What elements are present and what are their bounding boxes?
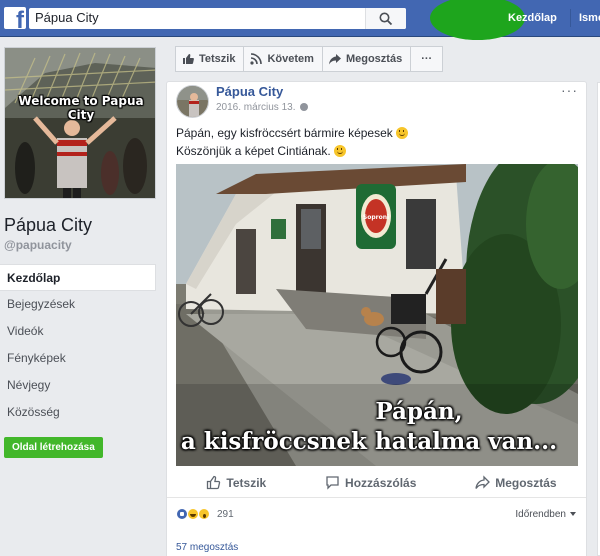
cover-welcome-text: Welcome to Papua City	[18, 94, 144, 122]
author-avatar[interactable]	[176, 85, 209, 118]
post-card: Pápua City 2016. március 13. ··· Pápán, …	[166, 81, 587, 556]
post-comment-label: Hozzászólás	[345, 475, 417, 490]
chevron-down-icon	[570, 512, 576, 516]
smiley-emoji-icon	[395, 127, 408, 139]
comment-sort-dropdown[interactable]: Időrendben	[515, 509, 576, 520]
sidebar-item-about[interactable]: Névjegy	[0, 372, 156, 399]
reaction-count[interactable]: 291	[217, 509, 234, 520]
search-icon	[379, 12, 393, 26]
share-arrow-icon	[328, 54, 341, 65]
nav-find-friends-link[interactable]: Ismerősök keresése	[579, 12, 600, 24]
post-comment-button[interactable]: Hozzászólás	[325, 475, 416, 490]
page-profile-picture[interactable]: Welcome to Papua City	[4, 47, 156, 199]
search-input-value[interactable]: Pápua City	[35, 10, 99, 25]
photo-caption-line-1: Pápán,	[375, 398, 463, 425]
post-share-button[interactable]: Megosztás	[475, 475, 557, 490]
photo-caption-line-2: a kisfröccsnek hatalma van...	[180, 428, 558, 455]
sidebar-nav: Kezdőlap Bejegyzések Videók Fényképek Né…	[0, 264, 156, 426]
follow-page-label: Követem	[267, 53, 314, 65]
page-title[interactable]: Pápua City	[4, 215, 92, 236]
comment-bubble-icon	[326, 476, 339, 490]
search-input[interactable]: Pápua City	[29, 8, 406, 29]
post-timestamp[interactable]: 2016. március 13.	[216, 102, 308, 113]
shares-count-link[interactable]: 57 megosztás	[176, 542, 238, 553]
sidebar-item-photos[interactable]: Fényképek	[0, 345, 156, 372]
post-action-bar: Tetszik Hozzászólás Megosztás	[167, 468, 586, 498]
sidebar-item-home[interactable]: Kezdőlap	[0, 264, 156, 291]
page-handle[interactable]: @papuacity	[4, 238, 72, 252]
post-share-label: Megosztás	[495, 475, 557, 490]
post-text-line-1: Pápán, egy kisfröccsért bármire képesek	[176, 126, 393, 140]
facebook-logo-icon[interactable]: f	[4, 7, 26, 29]
nav-home-link[interactable]: Kezdőlap	[508, 12, 557, 24]
wow-reaction-icon	[198, 508, 210, 520]
sidebar-item-posts[interactable]: Bejegyzések	[0, 291, 156, 318]
share-arrow-icon	[475, 475, 491, 489]
post-text-line-2: Köszönjük a képet Cintiának.	[176, 144, 331, 158]
beer-sign-text: Soproni	[363, 214, 389, 221]
thumbs-up-icon	[183, 54, 194, 64]
nav-divider	[570, 9, 571, 27]
post-like-button[interactable]: Tetszik	[206, 475, 266, 490]
smiley-emoji-icon	[333, 145, 346, 157]
comment-sort-label: Időrendben	[515, 509, 566, 520]
post-author-link[interactable]: Pápua City	[216, 84, 283, 99]
top-bar: f Pápua City Kezdőlap Ismerősök keresése	[0, 0, 600, 40]
page-action-bar: Tetszik Követem Megosztás ···	[175, 46, 444, 72]
post-like-label: Tetszik	[226, 475, 267, 490]
like-page-button[interactable]: Tetszik	[175, 46, 245, 72]
create-page-button[interactable]: Oldal létrehozása	[4, 437, 103, 458]
search-button[interactable]	[365, 8, 406, 29]
sidebar-item-videos[interactable]: Videók	[0, 318, 156, 345]
share-page-label: Megosztás	[345, 53, 403, 65]
globe-icon	[299, 103, 308, 111]
follow-page-button[interactable]: Követem	[243, 46, 323, 72]
thumbs-up-icon	[207, 475, 221, 490]
post-text: Pápán, egy kisfröccsért bármire képesek …	[176, 124, 408, 160]
share-page-button[interactable]: Megosztás	[321, 46, 412, 72]
post-options-icon[interactable]: ···	[561, 82, 578, 98]
post-photo[interactable]: Soproni Pápán, a kisfröccsnek hatalma va…	[176, 164, 578, 466]
rss-follow-icon	[250, 53, 263, 65]
sidebar-item-community[interactable]: Közösség	[0, 399, 156, 426]
more-options-button[interactable]: ···	[410, 46, 444, 72]
post-date-text[interactable]: 2016. március 13.	[216, 102, 296, 113]
reaction-summary[interactable]: 291	[176, 508, 234, 520]
like-page-label: Tetszik	[199, 53, 236, 65]
